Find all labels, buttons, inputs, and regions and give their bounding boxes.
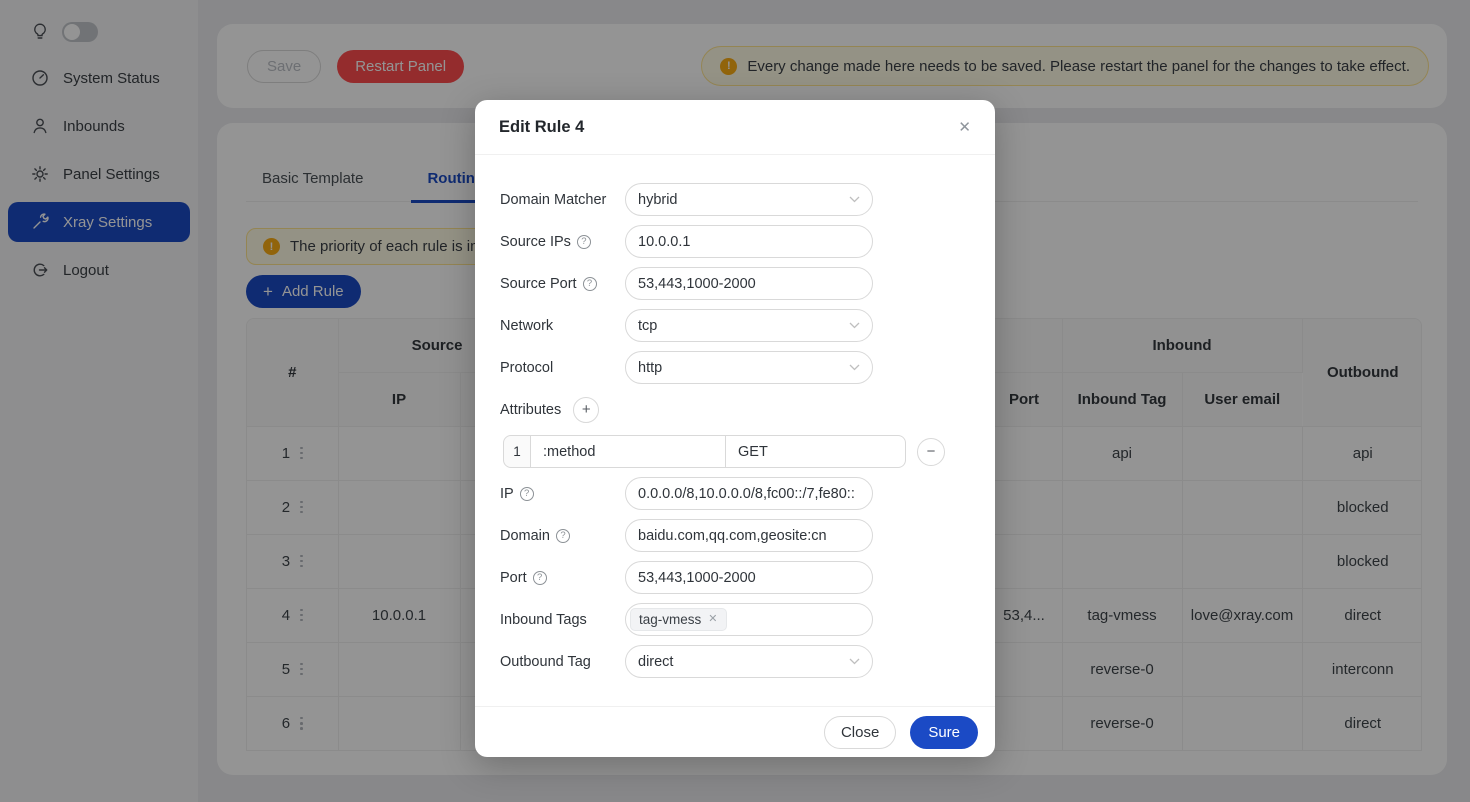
outbound-tag-label: Outbound Tag xyxy=(500,654,625,670)
source-port-label: Source Port ? xyxy=(500,276,625,292)
attribute-index: 1 xyxy=(503,435,531,468)
question-circle-icon: ? xyxy=(533,571,547,585)
source-ips-label: Source IPs ? xyxy=(500,234,625,250)
network-select[interactable]: tcp xyxy=(625,309,873,342)
attribute-key-input[interactable] xyxy=(531,435,726,468)
source-ips-input[interactable] xyxy=(625,225,873,258)
question-circle-icon: ? xyxy=(577,235,591,249)
domain-matcher-label: Domain Matcher xyxy=(500,192,625,208)
modal-footer: Close Sure xyxy=(475,706,995,757)
inbound-tags-field[interactable]: tag-vmess ✕ xyxy=(625,603,873,636)
tag-close-icon[interactable]: ✕ xyxy=(708,614,717,625)
modal-title: Edit Rule 4 xyxy=(499,118,584,137)
domain-matcher-select[interactable]: hybrid xyxy=(625,183,873,216)
attributes-label: Attributes xyxy=(500,402,561,418)
port-label: Port ? xyxy=(500,570,625,586)
inbound-tags-label: Inbound Tags xyxy=(500,612,625,628)
attribute-value-input[interactable] xyxy=(726,435,906,468)
domain-label: Domain ? xyxy=(500,528,625,544)
tag-chip: tag-vmess ✕ xyxy=(630,608,727,631)
network-label: Network xyxy=(500,318,625,334)
ip-label: IP ? xyxy=(500,486,625,502)
modal-header: Edit Rule 4 ✕ xyxy=(475,100,995,155)
question-circle-icon: ? xyxy=(556,529,570,543)
attribute-row: 1 − xyxy=(503,435,971,468)
question-circle-icon: ? xyxy=(583,277,597,291)
question-circle-icon: ? xyxy=(520,487,534,501)
close-icon[interactable]: ✕ xyxy=(958,120,971,135)
add-attribute-button[interactable]: + xyxy=(573,397,599,423)
minus-icon: − xyxy=(927,443,936,460)
ip-input[interactable] xyxy=(625,477,873,510)
chevron-down-icon xyxy=(849,196,860,203)
chevron-down-icon xyxy=(849,364,860,371)
edit-rule-modal: Edit Rule 4 ✕ Domain Matcher hybrid Sour… xyxy=(475,100,995,757)
remove-attribute-button[interactable]: − xyxy=(917,438,945,466)
chevron-down-icon xyxy=(849,658,860,665)
plus-icon: + xyxy=(582,401,591,418)
sure-button[interactable]: Sure xyxy=(910,716,978,749)
port-input[interactable] xyxy=(625,561,873,594)
close-button[interactable]: Close xyxy=(824,716,896,749)
protocol-label: Protocol xyxy=(500,360,625,376)
chevron-down-icon xyxy=(849,322,860,329)
source-port-input[interactable] xyxy=(625,267,873,300)
outbound-tag-select[interactable]: direct xyxy=(625,645,873,678)
domain-input[interactable] xyxy=(625,519,873,552)
modal-body: Domain Matcher hybrid Source IPs ? Sourc… xyxy=(475,155,995,678)
protocol-select[interactable]: http xyxy=(625,351,873,384)
